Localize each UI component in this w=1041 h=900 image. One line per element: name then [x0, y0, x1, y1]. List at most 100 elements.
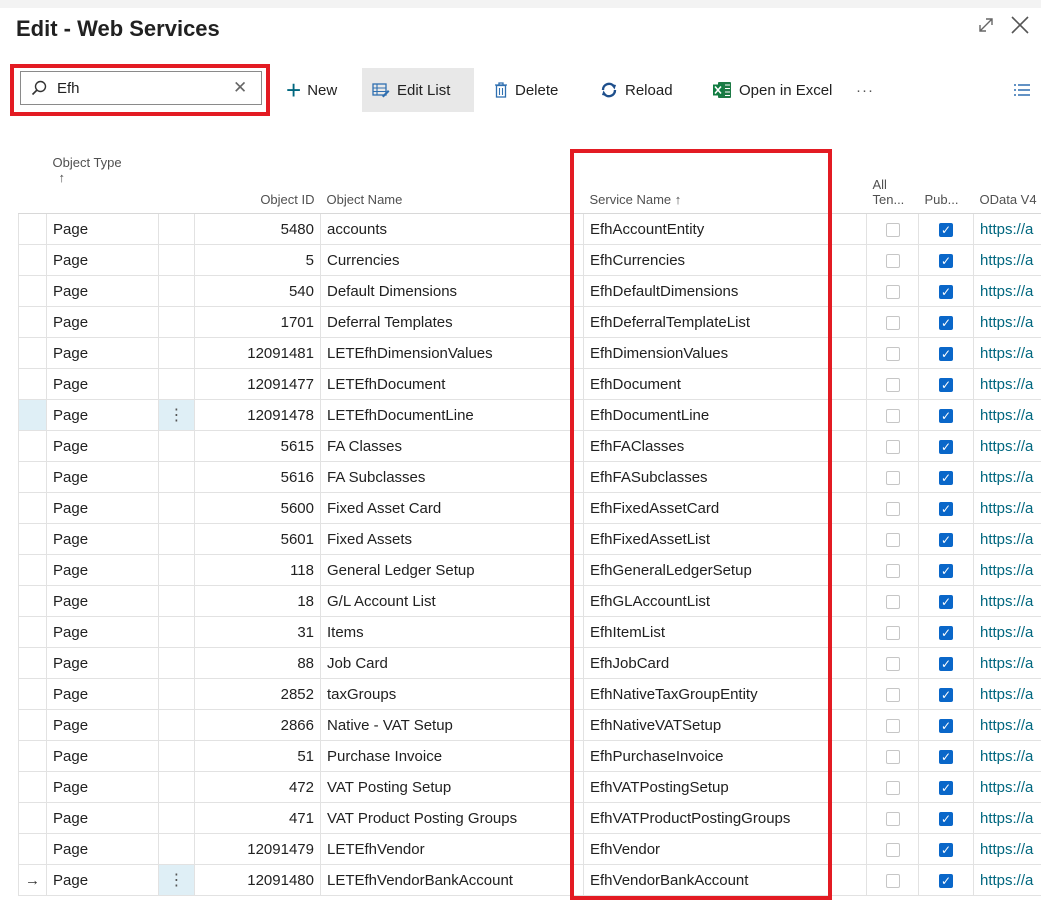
- cell-all-tenants[interactable]: [867, 245, 919, 276]
- row-actions-icon[interactable]: [159, 834, 195, 865]
- row-selector[interactable]: [19, 431, 47, 462]
- all-tenants-checkbox[interactable]: [886, 502, 900, 516]
- all-tenants-checkbox[interactable]: [886, 626, 900, 640]
- row-actions-icon[interactable]: ⋮: [159, 400, 195, 431]
- cell-object-name[interactable]: FA Classes: [321, 431, 584, 462]
- table-row[interactable]: Page31ItemsEfhItemList✓https://a: [19, 617, 1041, 648]
- cell-all-tenants[interactable]: [867, 400, 919, 431]
- cell-service-name[interactable]: EfhDimensionValues: [584, 338, 867, 369]
- cell-object-type[interactable]: Page: [47, 276, 159, 307]
- cell-odata-url[interactable]: https://a: [974, 586, 1041, 617]
- all-tenants-checkbox[interactable]: [886, 843, 900, 857]
- cell-published[interactable]: ✓: [919, 865, 974, 896]
- expand-icon[interactable]: [975, 14, 997, 36]
- table-row[interactable]: Page118General Ledger SetupEfhGeneralLed…: [19, 555, 1041, 586]
- cell-odata-url[interactable]: https://a: [974, 493, 1041, 524]
- cell-object-id[interactable]: 88: [195, 648, 321, 679]
- cell-published[interactable]: ✓: [919, 834, 974, 865]
- cell-object-name[interactable]: Fixed Assets: [321, 524, 584, 555]
- table-row[interactable]: Page5CurrenciesEfhCurrencies✓https://a: [19, 245, 1041, 276]
- table-row[interactable]: Page472VAT Posting SetupEfhVATPostingSet…: [19, 772, 1041, 803]
- cell-service-name[interactable]: EfhGeneralLedgerSetup: [584, 555, 867, 586]
- published-checkbox[interactable]: ✓: [939, 688, 953, 702]
- cell-odata-url[interactable]: https://a: [974, 338, 1041, 369]
- cell-object-name[interactable]: General Ledger Setup: [321, 555, 584, 586]
- row-selector[interactable]: [19, 834, 47, 865]
- cell-object-type[interactable]: Page: [47, 369, 159, 400]
- cell-object-id[interactable]: 51: [195, 741, 321, 772]
- cell-object-type[interactable]: Page: [47, 400, 159, 431]
- cell-all-tenants[interactable]: [867, 865, 919, 896]
- cell-all-tenants[interactable]: [867, 648, 919, 679]
- cell-object-type[interactable]: Page: [47, 431, 159, 462]
- cell-object-name[interactable]: LETEfhVendorBankAccount: [321, 865, 584, 896]
- cell-odata-url[interactable]: https://a: [974, 462, 1041, 493]
- cell-odata-url[interactable]: https://a: [974, 772, 1041, 803]
- cell-object-id[interactable]: 5616: [195, 462, 321, 493]
- cell-published[interactable]: ✓: [919, 803, 974, 834]
- cell-service-name[interactable]: EfhFASubclasses: [584, 462, 867, 493]
- published-checkbox[interactable]: ✓: [939, 719, 953, 733]
- row-actions-icon[interactable]: [159, 772, 195, 803]
- cell-object-id[interactable]: 2866: [195, 710, 321, 741]
- table-row[interactable]: Page12091481LETEfhDimensionValuesEfhDime…: [19, 338, 1041, 369]
- cell-published[interactable]: ✓: [919, 338, 974, 369]
- cell-odata-url[interactable]: https://a: [974, 245, 1041, 276]
- row-selector[interactable]: [19, 803, 47, 834]
- cell-published[interactable]: ✓: [919, 524, 974, 555]
- cell-object-type[interactable]: Page: [47, 648, 159, 679]
- all-tenants-checkbox[interactable]: [886, 254, 900, 268]
- close-icon[interactable]: [1009, 14, 1031, 36]
- published-checkbox[interactable]: ✓: [939, 502, 953, 516]
- cell-service-name[interactable]: EfhJobCard: [584, 648, 867, 679]
- cell-object-id[interactable]: 118: [195, 555, 321, 586]
- cell-object-type[interactable]: Page: [47, 617, 159, 648]
- cell-odata-url[interactable]: https://a: [974, 679, 1041, 710]
- cell-object-name[interactable]: Purchase Invoice: [321, 741, 584, 772]
- cell-odata-url[interactable]: https://a: [974, 524, 1041, 555]
- published-checkbox[interactable]: ✓: [939, 378, 953, 392]
- all-tenants-checkbox[interactable]: [886, 595, 900, 609]
- cell-object-name[interactable]: VAT Product Posting Groups: [321, 803, 584, 834]
- all-tenants-checkbox[interactable]: [886, 874, 900, 888]
- table-row[interactable]: Page1701Deferral TemplatesEfhDeferralTem…: [19, 307, 1041, 338]
- cell-published[interactable]: ✓: [919, 431, 974, 462]
- reload-button[interactable]: Reload: [590, 68, 683, 112]
- published-checkbox[interactable]: ✓: [939, 843, 953, 857]
- cell-object-id[interactable]: 12091480: [195, 865, 321, 896]
- cell-service-name[interactable]: EfhVATProductPostingGroups: [584, 803, 867, 834]
- row-selector[interactable]: [19, 741, 47, 772]
- cell-object-type[interactable]: Page: [47, 524, 159, 555]
- published-checkbox[interactable]: ✓: [939, 564, 953, 578]
- cell-object-id[interactable]: 5: [195, 245, 321, 276]
- published-checkbox[interactable]: ✓: [939, 874, 953, 888]
- cell-object-type[interactable]: Page: [47, 307, 159, 338]
- cell-published[interactable]: ✓: [919, 276, 974, 307]
- cell-object-id[interactable]: 5601: [195, 524, 321, 555]
- cell-object-name[interactable]: taxGroups: [321, 679, 584, 710]
- cell-object-name[interactable]: Native - VAT Setup: [321, 710, 584, 741]
- row-actions-icon[interactable]: [159, 338, 195, 369]
- cell-object-type[interactable]: Page: [47, 772, 159, 803]
- cell-service-name[interactable]: EfhVendorBankAccount: [584, 865, 867, 896]
- cell-object-type[interactable]: Page: [47, 493, 159, 524]
- all-tenants-checkbox[interactable]: [886, 750, 900, 764]
- row-selector[interactable]: [19, 524, 47, 555]
- row-selector[interactable]: →: [19, 865, 47, 896]
- delete-button[interactable]: Delete: [484, 68, 568, 112]
- cell-service-name[interactable]: EfhAccountEntity: [584, 214, 867, 245]
- cell-service-name[interactable]: EfhFAClasses: [584, 431, 867, 462]
- cell-all-tenants[interactable]: [867, 431, 919, 462]
- cell-object-type[interactable]: Page: [47, 865, 159, 896]
- cell-all-tenants[interactable]: [867, 276, 919, 307]
- cell-service-name[interactable]: EfhDocumentLine: [584, 400, 867, 431]
- all-tenants-checkbox[interactable]: [886, 471, 900, 485]
- published-checkbox[interactable]: ✓: [939, 316, 953, 330]
- cell-all-tenants[interactable]: [867, 586, 919, 617]
- all-tenants-checkbox[interactable]: [886, 657, 900, 671]
- all-tenants-checkbox[interactable]: [886, 533, 900, 547]
- column-header-all-tenants[interactable]: All Ten...: [867, 124, 919, 214]
- cell-object-id[interactable]: 540: [195, 276, 321, 307]
- cell-all-tenants[interactable]: [867, 617, 919, 648]
- row-selector[interactable]: [19, 400, 47, 431]
